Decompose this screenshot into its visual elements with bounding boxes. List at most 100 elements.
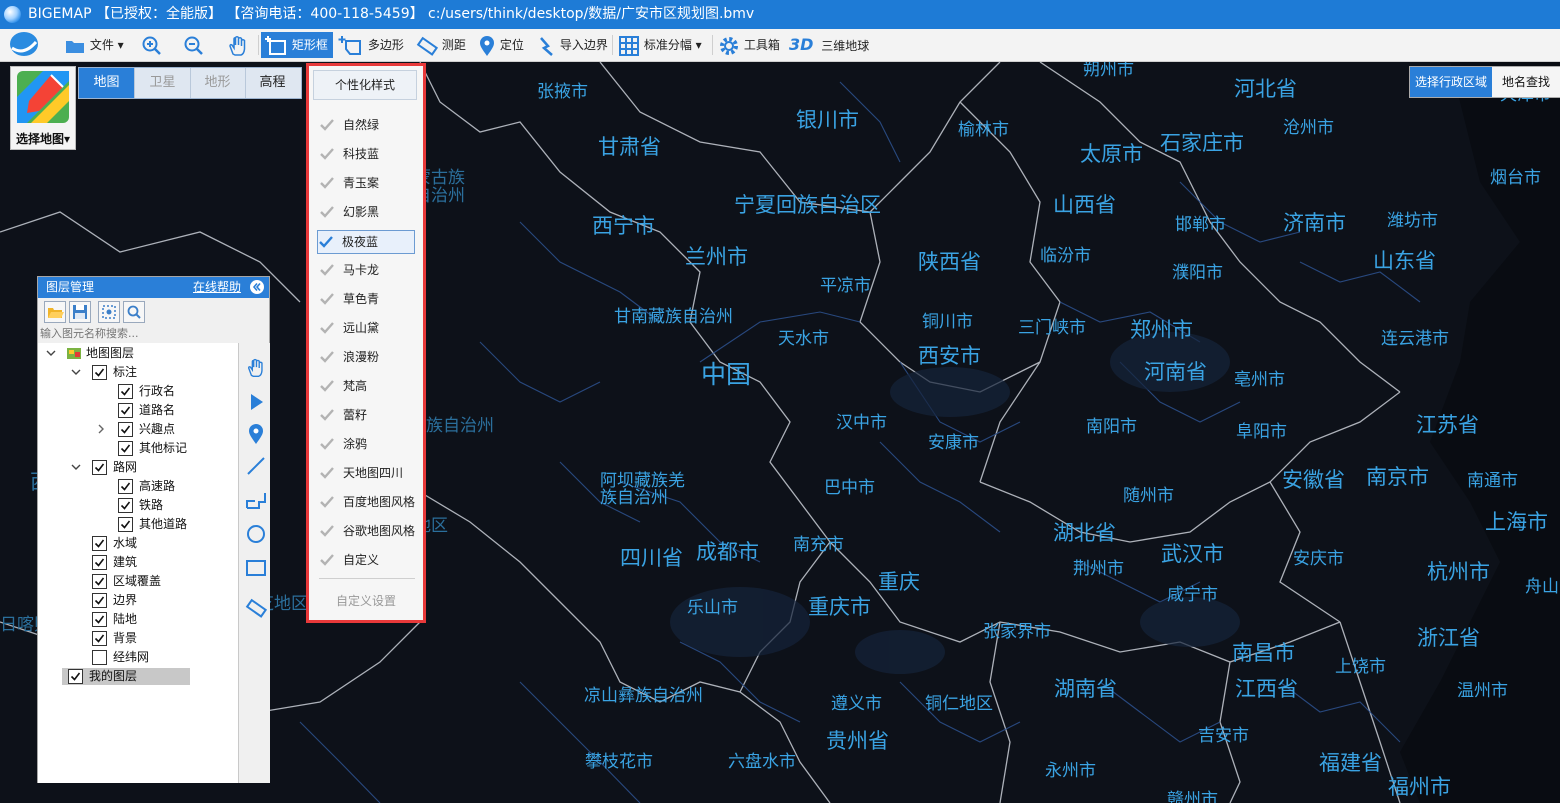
style-option[interactable]: 百度地图风格 <box>319 491 415 513</box>
chevron-right-icon[interactable] <box>96 424 106 434</box>
file-menu[interactable]: 文件 ▾ <box>64 32 124 58</box>
app-menu-globe-icon[interactable] <box>8 30 40 56</box>
layer-checkbox[interactable] <box>92 536 107 551</box>
layer-search-input[interactable] <box>40 325 265 342</box>
layer-checkbox[interactable] <box>92 650 107 665</box>
style-option[interactable]: 蕾籽 <box>319 404 415 426</box>
layer-node-road-network[interactable]: 路网 <box>38 459 238 476</box>
layer-checkbox[interactable] <box>92 365 107 380</box>
tab-elevation[interactable]: 高程 <box>245 68 300 98</box>
pan-tool-button[interactable] <box>245 357 267 379</box>
line-tool-button[interactable] <box>245 455 267 477</box>
layer-node-annotation[interactable]: 标注 <box>38 364 238 381</box>
style-option[interactable]: 远山黛 <box>319 317 415 339</box>
polygon-select-button[interactable]: 多边形 <box>338 32 404 58</box>
standard-sheet-menu[interactable]: 标准分幅 ▾ <box>618 32 702 58</box>
layer-checkbox[interactable] <box>118 403 133 418</box>
style-option[interactable]: 马卡龙 <box>319 259 415 281</box>
style-option[interactable]: 梵高 <box>319 375 415 397</box>
layer-node-border[interactable]: 边界 <box>38 592 238 609</box>
layer-node-railway[interactable]: 铁路 <box>38 497 238 514</box>
measure-distance-button[interactable]: 测距 <box>416 32 466 58</box>
marker-tool-button[interactable] <box>245 423 267 445</box>
layer-checkbox[interactable] <box>68 669 83 684</box>
map-label: 安徽省 <box>1282 468 1345 492</box>
style-option[interactable]: 科技蓝 <box>319 143 415 165</box>
layer-node-admin-name[interactable]: 行政名 <box>38 383 238 400</box>
online-help-link[interactable]: 在线帮助 <box>193 277 241 298</box>
style-option[interactable]: 自然绿 <box>319 114 415 136</box>
style-option[interactable]: 幻影黑 <box>319 201 415 223</box>
style-option[interactable]: 谷歌地图风格 <box>319 520 415 542</box>
chevron-down-icon[interactable] <box>71 367 81 377</box>
tab-map[interactable]: 地图 <box>79 68 135 98</box>
collapse-panel-button[interactable] <box>250 280 264 294</box>
select-region-button[interactable]: 选择行政区域 <box>1410 67 1492 97</box>
custom-settings-button[interactable]: 自定义设置 <box>309 592 423 609</box>
layer-manager-panel: 图层管理 在线帮助 地图图层标注行政名道路名兴趣点其他标记路网高速路铁路其他道路… <box>37 276 270 783</box>
place-search-button[interactable]: 地名查找 <box>1492 67 1560 97</box>
style-option[interactable]: 涂鸦 <box>319 433 415 455</box>
layer-node-background[interactable]: 背景 <box>38 630 238 647</box>
select-elements-button[interactable] <box>98 301 120 323</box>
locate-button[interactable]: 定位 <box>478 32 524 58</box>
layer-node-highway[interactable]: 高速路 <box>38 478 238 495</box>
style-option[interactable]: 浪漫粉 <box>319 346 415 368</box>
rectangle-select-button[interactable]: 矩形框 <box>261 32 333 58</box>
layer-node-other-roads[interactable]: 其他道路 <box>38 516 238 533</box>
chevron-down-icon[interactable] <box>71 462 81 472</box>
layer-checkbox[interactable] <box>118 479 133 494</box>
map-chooser-button[interactable]: 选择地图▾ <box>10 66 76 150</box>
tab-terrain[interactable]: 地形 <box>190 68 246 98</box>
map-label: 上海市 <box>1485 510 1548 534</box>
layer-checkbox[interactable] <box>118 422 133 437</box>
style-option[interactable]: 青玉案 <box>319 172 415 194</box>
layer-node-land[interactable]: 陆地 <box>38 611 238 628</box>
layer-checkbox[interactable] <box>118 441 133 456</box>
layer-checkbox[interactable] <box>92 593 107 608</box>
layer-checkbox[interactable] <box>118 517 133 532</box>
checkmark-icon <box>120 501 131 510</box>
layer-checkbox[interactable] <box>92 555 107 570</box>
layer-node-root[interactable]: 地图图层 <box>38 345 238 362</box>
zoom-in-button[interactable] <box>141 32 163 58</box>
layer-node-water[interactable]: 水域 <box>38 535 238 552</box>
tab-satellite[interactable]: 卫星 <box>135 68 191 98</box>
layer-node-poi[interactable]: 兴趣点 <box>38 421 238 438</box>
map-label: 三门峡市 <box>1018 318 1086 338</box>
layer-checkbox[interactable] <box>118 384 133 399</box>
layer-node-area-cover[interactable]: 区域覆盖 <box>38 573 238 590</box>
checkmark-icon <box>120 387 131 396</box>
checkmark-icon <box>120 482 131 491</box>
style-option[interactable]: 草色青 <box>319 288 415 310</box>
circle-tool-button[interactable] <box>245 523 267 545</box>
open-layer-button[interactable] <box>44 301 66 323</box>
style-option[interactable]: 天地图四川 <box>319 462 415 484</box>
layer-checkbox[interactable] <box>92 631 107 646</box>
toolbox-button[interactable]: 工具箱 <box>718 32 780 58</box>
select-tool-button[interactable] <box>245 391 267 413</box>
search-layer-button[interactable] <box>123 301 145 323</box>
layer-node-graticule[interactable]: 经纬网 <box>38 649 238 666</box>
style-option[interactable]: 自定义 <box>319 549 415 571</box>
layer-node-building[interactable]: 建筑 <box>38 554 238 571</box>
layer-checkbox[interactable] <box>92 612 107 627</box>
style-option-label: 自定义 <box>343 553 380 567</box>
layer-node-road-name[interactable]: 道路名 <box>38 402 238 419</box>
pan-button[interactable] <box>226 32 250 58</box>
import-boundary-button[interactable]: 导入边界 <box>538 32 608 58</box>
polyline-tool-button[interactable] <box>245 489 267 511</box>
layer-checkbox[interactable] <box>92 574 107 589</box>
arrow-pointer-icon <box>251 394 263 410</box>
layer-node-my-layer[interactable]: 我的图层 <box>62 668 190 685</box>
chevron-down-icon[interactable] <box>46 348 56 358</box>
save-layer-button[interactable] <box>69 301 91 323</box>
zoom-out-button[interactable] <box>183 32 205 58</box>
measure-tool-button[interactable] <box>245 597 268 619</box>
rectangle-tool-button[interactable] <box>245 557 267 579</box>
layer-checkbox[interactable] <box>92 460 107 475</box>
3d-globe-button[interactable]: 3D 三维地球 <box>789 32 869 58</box>
layer-node-other-marks[interactable]: 其他标记 <box>38 440 238 457</box>
layer-checkbox[interactable] <box>118 498 133 513</box>
style-option[interactable]: 极夜蓝 <box>317 230 415 254</box>
